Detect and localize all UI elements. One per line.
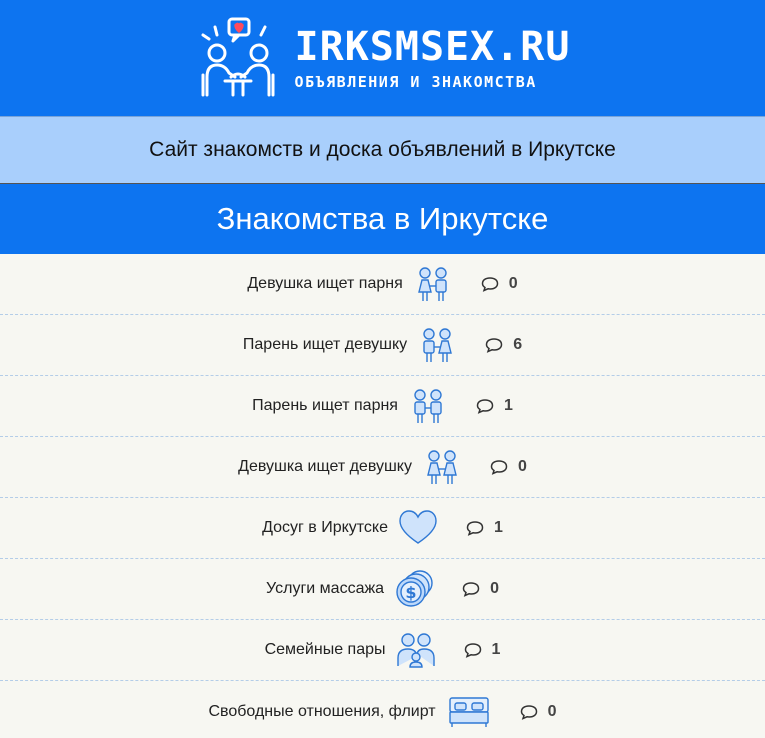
comments: 6 (485, 336, 522, 354)
comments: 0 (490, 458, 527, 476)
comment-icon (520, 704, 537, 720)
category-label[interactable]: Девушка ищет девушку (238, 458, 412, 476)
comments: 1 (464, 641, 501, 659)
list-item: Девушка ищет парня 0 (0, 254, 765, 315)
category-label[interactable]: Семейные пары (265, 641, 386, 659)
comments: 0 (481, 275, 518, 293)
bed-icon (448, 696, 489, 727)
comment-icon (466, 521, 484, 536)
comments: 0 (462, 580, 499, 598)
svg-text:$: $ (405, 583, 416, 602)
family-icon (396, 633, 435, 668)
site-tagline: Сайт знакомств и доска объявлений в Ирку… (0, 116, 765, 184)
category-link[interactable]: Услуги массажа $ (266, 569, 434, 609)
category-list: Девушка ищет парня 0 Парень ищет девушку (0, 254, 765, 738)
category-label[interactable]: Парень ищет девушку (243, 336, 407, 354)
comment-icon (485, 338, 503, 353)
heart-icon (399, 510, 437, 544)
comment-icon (490, 460, 508, 475)
dollar-coins-icon: $ (396, 570, 433, 607)
couple-girl-boy-icon (417, 267, 447, 301)
category-label[interactable]: Девушка ищет парня (247, 275, 402, 293)
category-link[interactable]: Досуг в Иркутске (262, 508, 438, 548)
section-title: Знакомства в Иркутске (0, 184, 765, 254)
list-item: Девушка ищет девушку 0 (0, 437, 765, 498)
logo-title[interactable]: IRKSMSEX.RU (295, 25, 571, 69)
comment-count: 0 (508, 275, 518, 292)
couple-girl-girl-icon (427, 450, 457, 484)
category-link[interactable]: Парень ищет парня (252, 386, 448, 426)
list-item: Семейные пары 1 (0, 620, 765, 681)
category-link[interactable]: Девушка ищет девушку (238, 447, 462, 487)
comment-count: 0 (517, 458, 527, 475)
category-label[interactable]: Свободные отношения, флирт (208, 703, 435, 721)
list-item: Свободные отношения, флирт 0 (0, 681, 765, 738)
couple-boy-boy-icon (414, 389, 442, 423)
list-item: Парень ищет парня 1 (0, 376, 765, 437)
category-link[interactable]: Свободные отношения, флирт (208, 692, 491, 732)
category-label[interactable]: Парень ищет парня (252, 397, 398, 415)
comments: 1 (466, 519, 503, 537)
list-item: Досуг в Иркутске 1 (0, 498, 765, 559)
category-link[interactable]: Девушка ищет парня (247, 264, 452, 304)
category-link[interactable]: Семейные пары (265, 630, 436, 670)
comments: 0 (520, 703, 557, 721)
category-label[interactable]: Услуги массажа (266, 580, 384, 598)
category-label[interactable]: Досуг в Иркутске (262, 519, 388, 537)
comment-count: 1 (494, 519, 503, 536)
comments: 1 (476, 397, 513, 415)
comment-count: 0 (490, 580, 499, 597)
comment-count: 1 (491, 641, 501, 658)
logo-subtitle: ОБЪЯВЛЕНИЯ И ЗНАКОМСТВА (294, 73, 537, 91)
logo-couple-icon[interactable] (195, 15, 281, 101)
comment-icon (476, 399, 494, 414)
list-item: Парень ищет девушку 6 (0, 315, 765, 376)
list-item: Услуги массажа $ 0 (0, 559, 765, 620)
site-header: IRKSMSEX.RU ОБЪЯВЛЕНИЯ И ЗНАКОМСТВА (0, 0, 765, 116)
category-link[interactable]: Парень ищет девушку (243, 325, 457, 365)
comment-icon (481, 277, 499, 292)
comment-count: 0 (547, 702, 557, 720)
comment-icon (464, 643, 481, 658)
comment-count: 1 (503, 397, 513, 414)
couple-boy-girl-icon (423, 328, 453, 362)
comment-icon (462, 582, 480, 597)
comment-count: 6 (513, 336, 523, 353)
